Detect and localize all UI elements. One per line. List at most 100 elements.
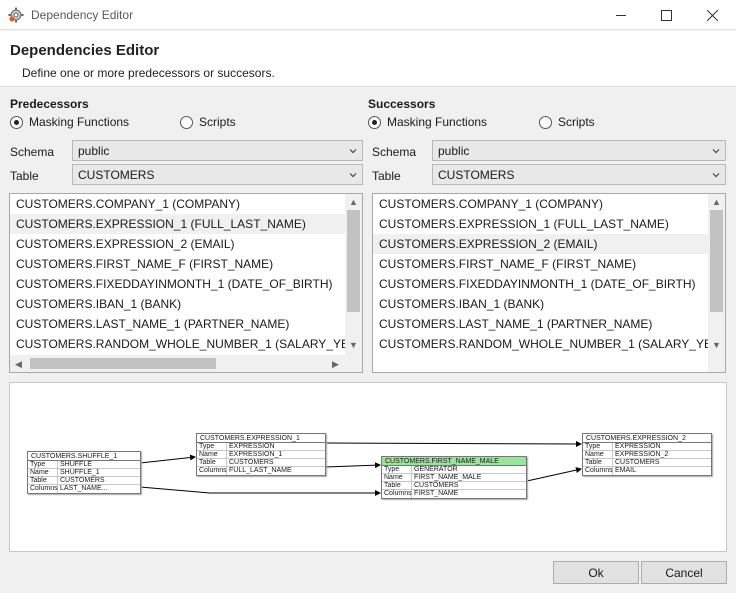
list-item[interactable]: CUSTOMERS.FIXEDDAYINMONTH_1 (DATE_OF_BIR… — [373, 274, 725, 294]
list-item[interactable]: CUSTOMERS.EXPRESSION_2 (EMAIL) — [10, 234, 362, 254]
cancel-button[interactable]: Cancel — [641, 561, 727, 584]
node-row: Table CUSTOMERS — [28, 477, 140, 485]
node-row: Columns EMAIL — [583, 467, 711, 475]
list-item[interactable]: CUSTOMERS.LAST_NAME_1 (PARTNER_NAME) — [373, 314, 725, 334]
diagram-node-first-name-male[interactable]: CUSTOMERS.FIRST_NAME_MALE Type GENERATOR Na… — [381, 456, 527, 499]
maximize-icon — [660, 9, 672, 21]
node-row: Type GENERATOR — [382, 466, 526, 474]
successors-table-select[interactable]: CUSTOMERS — [432, 164, 726, 185]
successors-label: Successors — [368, 97, 436, 111]
diagram-node-expression-2[interactable]: CUSTOMERS.EXPRESSION_2 Type EXPRESSION Name… — [582, 433, 712, 476]
node-title: CUSTOMERS.EXPRESSION_2 — [583, 434, 711, 443]
close-button[interactable] — [689, 0, 735, 30]
node-row: Type SHUFFLE — [28, 461, 140, 469]
successors-list[interactable]: CUSTOMERS.COMPANY_1 (COMPANY) CUSTOMERS.E… — [372, 193, 726, 373]
node-row-key: Type — [583, 443, 613, 450]
radio-indicator[interactable] — [539, 115, 552, 129]
radio-label: Scripts — [199, 115, 236, 129]
node-row-key: Name — [583, 451, 613, 458]
node-row-value: CUSTOMERS — [414, 482, 459, 489]
predecessors-schema-select[interactable]: public — [72, 140, 363, 161]
node-title: CUSTOMERS.FIRST_NAME_MALE — [382, 457, 526, 466]
list-item[interactable]: CUSTOMERS.IBAN_1 (BANK) — [373, 294, 725, 314]
successors-schema-select[interactable]: public — [432, 140, 726, 161]
select-value: public — [78, 144, 110, 158]
successors-radio-scripts[interactable]: Scripts — [539, 115, 595, 129]
node-row-key: Columns — [384, 490, 412, 498]
gear-app-icon — [8, 7, 24, 23]
chevron-down-icon — [712, 149, 720, 154]
chevron-down-icon — [349, 173, 357, 178]
dialog-header: Dependencies Editor Define one or more p… — [0, 31, 736, 87]
list-item[interactable]: CUSTOMERS.EXPRESSION_1 (FULL_LAST_NAME) — [373, 214, 725, 234]
list-item[interactable]: CUSTOMERS.LAST_NAME_1 (PARTNER_NAME) — [10, 314, 362, 334]
list-item[interactable]: CUSTOMERS.EXPRESSION_1 (FULL_LAST_NAME) — [10, 214, 362, 234]
scroll-right-icon[interactable]: ▶ — [332, 359, 339, 369]
node-row-value: SHUFFLE — [60, 461, 92, 468]
horizontal-scrollbar[interactable]: ◀ ▶ — [10, 355, 362, 372]
node-row-value: FIRST_NAME — [414, 490, 459, 497]
list-item[interactable]: CUSTOMERS.EXPRESSION_2 (EMAIL) — [373, 234, 725, 254]
list-item[interactable]: CUSTOMERS.RANDOM_WHOLE_NUMBER_1 (SALARY_… — [373, 334, 725, 354]
scroll-down-icon[interactable]: ▼ — [712, 340, 721, 350]
node-row: Columns FULL_LAST_NAME — [197, 467, 325, 475]
ok-button[interactable]: Ok — [553, 561, 639, 584]
node-row-value: CUSTOMERS — [60, 477, 105, 484]
node-row: Table CUSTOMERS — [197, 459, 325, 467]
predecessors-radio-scripts[interactable]: Scripts — [180, 115, 236, 129]
node-row: Type EXPRESSION — [197, 443, 325, 451]
list-item[interactable]: CUSTOMERS.IBAN_1 (BANK) — [10, 294, 362, 314]
node-row-value: CUSTOMERS — [229, 459, 274, 466]
node-row-key: Table — [382, 482, 412, 489]
list-items: CUSTOMERS.COMPANY_1 (COMPANY) CUSTOMERS.E… — [373, 194, 725, 354]
successors-schema-label: Schema — [372, 145, 417, 159]
minimize-button[interactable] — [598, 0, 644, 30]
node-row-value: EXPRESSION_1 — [229, 451, 283, 458]
predecessors-radio-masking[interactable]: Masking Functions — [10, 115, 129, 129]
scroll-thumb[interactable] — [30, 358, 216, 369]
scroll-thumb[interactable] — [347, 210, 360, 312]
close-icon — [706, 9, 718, 21]
select-value: CUSTOMERS — [438, 168, 515, 182]
maximize-button[interactable] — [643, 0, 689, 30]
radio-indicator[interactable] — [180, 115, 193, 129]
node-row-key: Type — [197, 443, 227, 450]
scroll-up-icon[interactable]: ▲ — [349, 197, 358, 207]
node-row-key: Columns — [585, 467, 613, 475]
dependency-diagram[interactable]: CUSTOMERS.SHUFFLE_1 Type SHUFFLE Name SHUFFL… — [9, 382, 727, 552]
list-item[interactable]: CUSTOMERS.COMPANY_1 (COMPANY) — [10, 194, 362, 214]
node-row-key: Type — [382, 466, 412, 473]
dialog-subtitle: Define one or more predecessors or succe… — [22, 66, 275, 80]
list-item[interactable]: CUSTOMERS.RANDOM_WHOLE_NUMBER_1 (SALARY_… — [10, 334, 362, 354]
list-item[interactable]: CUSTOMERS.COMPANY_1 (COMPANY) — [373, 194, 725, 214]
diagram-node-shuffle[interactable]: CUSTOMERS.SHUFFLE_1 Type SHUFFLE Name SHUFFL… — [27, 451, 141, 494]
scroll-left-icon[interactable]: ◀ — [15, 359, 22, 369]
node-title: CUSTOMERS.SHUFFLE_1 — [28, 452, 140, 461]
scroll-thumb[interactable] — [710, 210, 723, 312]
node-row-value: EMAIL — [615, 467, 637, 474]
list-item[interactable]: CUSTOMERS.FIXEDDAYINMONTH_1 (DATE_OF_BIR… — [10, 274, 362, 294]
successors-radio-masking[interactable]: Masking Functions — [368, 115, 487, 129]
vertical-scrollbar[interactable]: ▲ ▼ — [345, 194, 362, 356]
chevron-down-icon — [712, 173, 720, 178]
vertical-scrollbar[interactable]: ▲ ▼ — [708, 194, 725, 372]
list-items: CUSTOMERS.COMPANY_1 (COMPANY) CUSTOMERS.E… — [10, 194, 362, 354]
connector-arrow — [324, 440, 582, 447]
node-row-value: EXPRESSION_2 — [615, 451, 669, 458]
predecessors-list[interactable]: CUSTOMERS.COMPANY_1 (COMPANY) CUSTOMERS.E… — [9, 193, 363, 373]
list-item[interactable]: CUSTOMERS.FIRST_NAME_F (FIRST_NAME) — [373, 254, 725, 274]
radio-indicator[interactable] — [10, 115, 23, 129]
diagram-node-expression-1[interactable]: CUSTOMERS.EXPRESSION_1 Type EXPRESSION Name… — [196, 433, 326, 476]
list-item[interactable]: CUSTOMERS.FIRST_NAME_F (FIRST_NAME) — [10, 254, 362, 274]
scroll-down-icon[interactable]: ▼ — [349, 340, 358, 350]
node-row-key: Table — [28, 477, 58, 484]
node-row-key: Name — [197, 451, 227, 458]
node-row: Name EXPRESSION_2 — [583, 451, 711, 459]
scroll-up-icon[interactable]: ▲ — [712, 197, 721, 207]
node-row-key: Table — [583, 459, 613, 466]
node-row: Type EXPRESSION — [583, 443, 711, 451]
radio-indicator[interactable] — [368, 115, 381, 129]
predecessors-table-select[interactable]: CUSTOMERS — [72, 164, 363, 185]
radio-label: Scripts — [558, 115, 595, 129]
node-row-value: FULL_LAST_NAME — [229, 467, 292, 474]
